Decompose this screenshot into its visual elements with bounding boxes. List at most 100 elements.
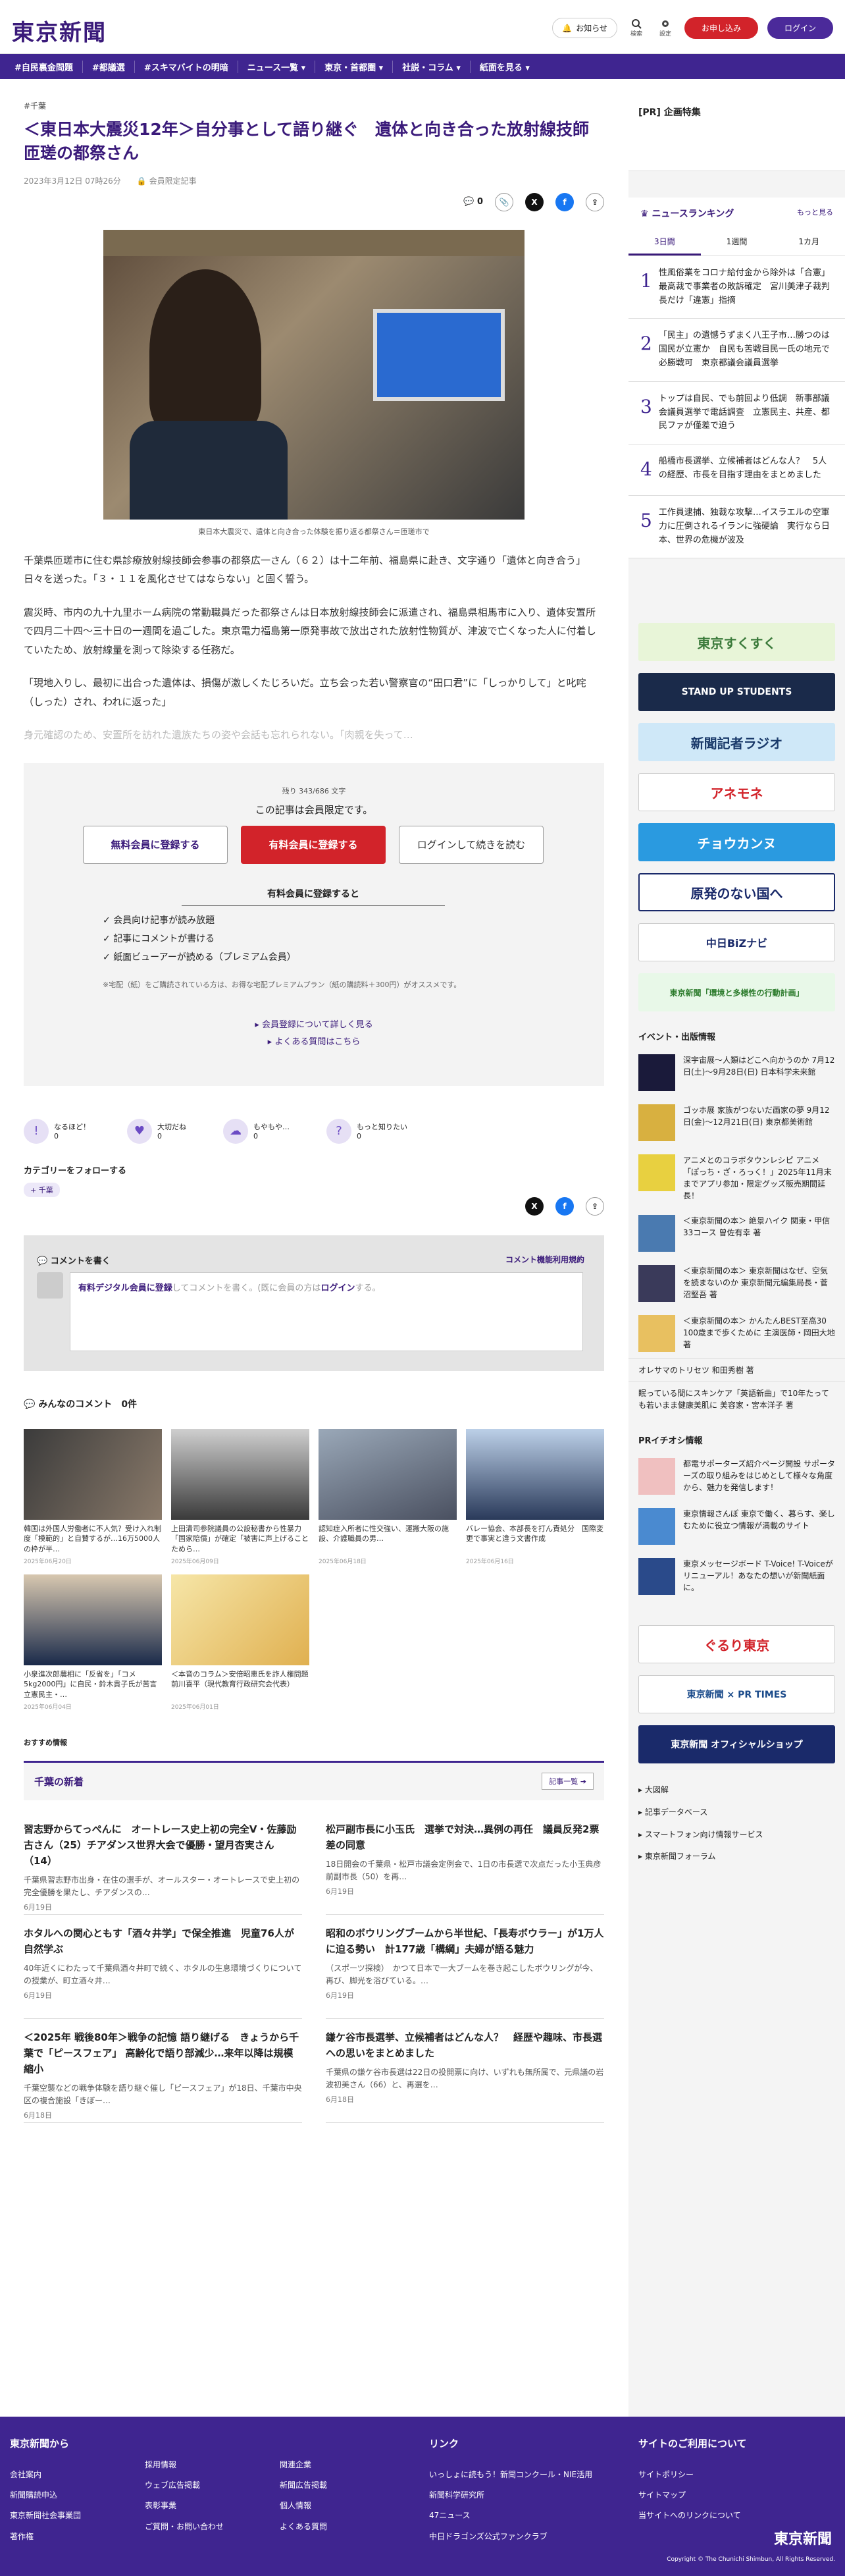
news-item[interactable]: 習志野からてっぺんに オートレース史上初の完全V・佐藤励古さん（25）チアダンス… [24,1811,302,1915]
footer-link[interactable]: よくある質問 [280,2517,327,2537]
event-item[interactable]: 深宇宙展〜人類はどこへ向かうのか 7月12日(土)〜9月28日(日) 日本科学未… [628,1048,845,1098]
share-icon[interactable]: ⇪ [586,192,604,211]
ad-banner[interactable]: STAND UP STUDENTS [638,673,835,712]
search-button[interactable]: 検索 [627,18,646,38]
footer-link[interactable]: 新聞広告掲載 [280,2475,327,2496]
promo-banner[interactable]: 東京新聞 オフィシャルショップ [638,1725,835,1764]
footer-logo[interactable]: 東京新聞 [774,2527,832,2548]
footer-link[interactable]: 採用情報 [145,2455,224,2475]
ad-banner[interactable]: 東京新聞「環境と多様性の行動計画」 [638,973,835,1012]
footer-link[interactable]: 中日ドラゴンズ公式ファンクラブ [429,2527,592,2547]
faq-link[interactable]: ▸ よくある質問はこちら [24,1034,604,1051]
tab-1month[interactable]: 1カ月 [773,229,845,255]
sidebar-link[interactable]: ▸ 記事データベース [638,1802,835,1824]
footer-link[interactable]: 個人情報 [280,2496,327,2516]
related-card[interactable]: 小泉進次郎農相に「反省を」「コメ5kg2000円」に自民・鈴木貴子氏が苦言 立憲… [24,1574,162,1711]
nav-item[interactable]: 社説・コラム ▾ [393,60,471,73]
news-item[interactable]: ホタルへの関心ともす「酒々井学」で保全推進 児童76人が自然学ぶ 40年近くにわた… [24,1915,302,2019]
register-button[interactable]: お申し込み [684,17,758,39]
nav-item[interactable]: 東京・首都圏 ▾ [315,60,394,73]
ad-banner[interactable]: 新聞記者ラジオ [638,723,835,762]
ad-banner[interactable]: 中日BiZナビ [638,923,835,962]
related-card[interactable]: 韓国は外国人労働者に不人気？受け入れ制度「模範的」と自賛するが…16万5000人… [24,1428,162,1565]
comment-input[interactable]: 有料デジタル会員に登録してコメントを書く。(既に会員の方はログインする。 [70,1272,583,1351]
related-card[interactable]: ＜本音のコラム＞安倍昭恵氏を詐人権問題 前川喜平（現代教育行政研究会代表） 202… [171,1574,309,1711]
footer-link[interactable]: 東京新聞社会事業団 [10,2506,81,2526]
event-item[interactable]: ＜東京新聞の本＞ 絶景ハイク 関東・甲信33コース 曽佐有幸 著 [628,1208,845,1258]
footer-link[interactable]: 表彰事業 [145,2496,224,2516]
footer-link[interactable]: 会社案内 [10,2465,81,2485]
footer-link[interactable]: 新聞科学研究所 [429,2485,592,2506]
share-icon[interactable]: ⇪ [586,1196,604,1216]
news-item[interactable]: ＜2025年 戦後80年＞戦争の記憶 語り継げる きょうから千葉で「ピースフェア… [24,2019,302,2123]
reaction-button[interactable]: ♥ 大切だね 0 [127,1118,186,1144]
event-item[interactable]: ＜東京新聞の本＞ 東京新聞はなぜ、空気を読まないのか 東京新聞元編集局長・菅沼堅… [628,1258,845,1308]
book-item[interactable]: 眠っている間にスキンケア「英語新曲」で10年たっても若いまま健康美肌に 美容家・… [628,1382,845,1416]
footer-link[interactable]: 新聞購読申込 [10,2485,81,2506]
footer-link[interactable]: いっしょに読もう！新聞コンクール・NIE活用 [429,2465,592,2485]
free-register-button[interactable]: 無料会員に登録する [83,825,228,864]
footer-link[interactable]: 当サイトへのリンクについて [638,2506,747,2526]
nav-item[interactable]: #自民裏金問題 [5,60,83,73]
event-item[interactable]: ＜東京新聞の本＞ かんたんBEST至高30 100歳まで歩くために 主演医師・岡… [628,1308,845,1358]
notice-button[interactable]: 🔔 お知らせ [552,18,617,38]
event-item[interactable]: アニメとのコラボタウンレシピ アニメ「ぽっち・ざ・ろっく！」2025年11月末ま… [628,1148,845,1208]
ranking-item[interactable]: 3 トップは自民、でも前回より低調 新事部議会議員選挙で電話調査 立憲民主、共産、… [628,382,845,445]
reaction-button[interactable]: ? もっと知りたい 0 [326,1118,407,1144]
article-tag[interactable]: #千葉 [24,100,604,111]
pr-item[interactable]: 東京メッセージボード T-Voice! T-Voiceがリニューアル！あなたの想… [628,1551,845,1601]
promo-banner[interactable]: ぐるり東京 [638,1625,835,1664]
nav-item[interactable]: 紙面を見る ▾ [471,61,539,73]
related-card[interactable]: 上田清司参院議員の公設秘書から性暴力「国家賠償」が確定「被害に声上げることためら… [171,1428,309,1565]
comment-count[interactable]: 💬 0 [463,197,483,207]
footer-link[interactable]: 著作権 [10,2527,81,2547]
facebook-share-icon[interactable]: f [555,1196,574,1216]
category-chip[interactable]: + 千葉 [24,1182,60,1197]
reaction-button[interactable]: ! なるほど！ 0 [24,1118,90,1144]
chiba-more-link[interactable]: 記事一覧 ➔ [542,1773,594,1790]
site-logo[interactable]: 東京新聞 [12,14,107,47]
promo-banner[interactable]: 東京新聞 × PR TIMES [638,1675,835,1714]
ranking-item[interactable]: 2 「民主」の遺憾うずまく八王子市…勝つのは国民が立憲か 自民も苦戦目民一氏の地元… [628,319,845,382]
login-button[interactable]: ログイン [767,17,833,39]
footer-link[interactable]: ご質問・お問い合わせ [145,2517,224,2537]
footer-link[interactable]: サイトマップ [638,2485,747,2506]
related-card[interactable]: バレー協会、本部長を打ん責処分 国際変更で事実と違う文書作成 2025年06月16… [466,1428,604,1565]
footer-link[interactable]: 47ニュース [429,2506,592,2526]
paid-register-button[interactable]: 有料会員に登録する [241,825,386,864]
login-continue-button[interactable]: ログインして続きを読む [399,825,544,864]
related-card[interactable]: 認知症入所者に性交強い、運搬大阪の施設、介護職員の男… 2025年06月18日 [319,1428,457,1565]
comment-policy-link[interactable]: コメント機能利用規約 [505,1254,584,1265]
settings-button[interactable]: 設定 [655,18,675,38]
footer-link[interactable]: ウェブ広告掲載 [145,2475,224,2496]
pr-item[interactable]: 都電サポーターズ紹介ページ開設 サポーターズの取り組みをはじめとして様々な角度か… [628,1451,845,1501]
news-item[interactable]: 鎌ケ谷市長選挙、立候補者はどんな人？ 経歴や趣味、市長選への思いをまとめました千… [326,2019,604,2123]
sidebar-link[interactable]: ▸ スマートフォン向け情報サービス [638,1824,835,1846]
ad-banner[interactable]: 原発のない国へ [638,873,835,912]
pr-item[interactable]: 東京情報さんぽ 東京で働く、暮らす、楽しむために役立つ情報が満載のサイト [628,1501,845,1551]
news-item[interactable]: 昭和のボウリングブームから半世紀、「長寿ボウラー」が1万人に迫る勢い 計177歳… [326,1915,604,2019]
ad-banner[interactable]: チョウカンヌ [638,823,835,862]
ad-banner[interactable]: 東京すくすく [638,623,835,662]
clip-icon[interactable]: 📎 [495,192,513,211]
ad-banner[interactable]: アネモネ [638,773,835,812]
sidebar-link[interactable]: ▸ 大図解 [638,1779,835,1802]
tab-3days[interactable]: 3日間 [628,229,701,255]
nav-item[interactable]: #スキマバイトの明暗 [135,60,238,73]
reaction-button[interactable]: ☁ もやもや… 0 [223,1118,290,1144]
ranking-item[interactable]: 4 船橋市長選挙、立候補者はどんな人？ 5人の経歴、市長を目指す理由をまとめました [628,444,845,496]
footer-link[interactable]: 関連企業 [280,2455,327,2475]
ranking-more-link[interactable]: もっと見る [797,207,833,220]
member-info-link[interactable]: ▸ 会員登録について詳しく見る [24,1017,604,1034]
footer-link[interactable]: サイトポリシー [638,2465,747,2485]
event-item[interactable]: ゴッホ展 家族がつないだ画家の夢 9月12日(金)〜12月21日(日) 東京都美… [628,1098,845,1148]
sidebar-link[interactable]: ▸ 東京新聞フォーラム [638,1846,835,1868]
book-item[interactable]: オレサマのトリセツ 和田秀樹 著 [628,1358,845,1382]
ranking-item[interactable]: 5 工作員逮捕、独裁な攻撃…イスラエルの空軍力に圧倒されるイランに強硬論 実行なら… [628,496,845,559]
ranking-item[interactable]: 1 性風俗業をコロナ給付金から除外は「合憲」最高裁で事業者の敗訴確定 宮川美津子裁… [628,256,845,319]
facebook-share-icon[interactable]: f [555,192,574,211]
news-item[interactable]: 松戸副市長に小玉氏 選挙で対決…異例の再任 議員反発2票差の同意 18日開会の千葉… [326,1811,604,1915]
x-share-icon[interactable]: X [525,1196,544,1216]
tab-1week[interactable]: 1週間 [701,229,773,255]
nav-item[interactable]: ニュース一覧 ▾ [238,60,316,73]
